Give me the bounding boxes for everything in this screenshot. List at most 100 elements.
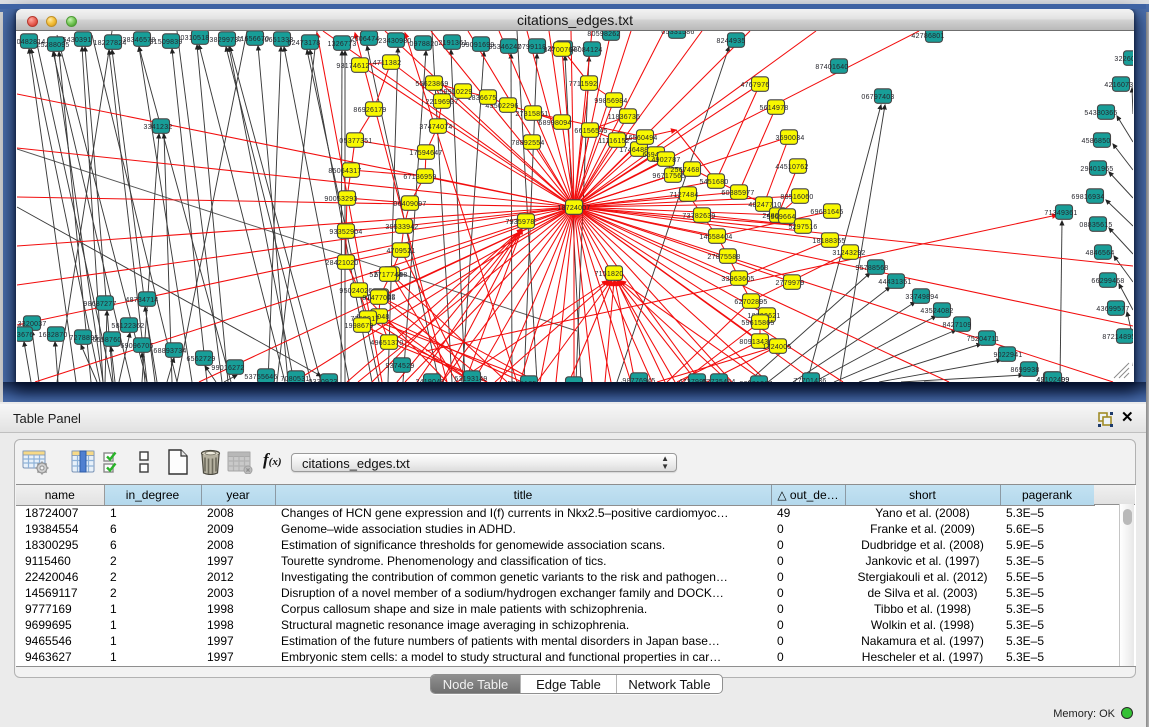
svg-text:49651370: 49651370 <box>370 340 403 347</box>
svg-text:18724007: 18724007 <box>557 205 590 212</box>
svg-text:0310518: 0310518 <box>180 35 209 42</box>
svg-text:4846564: 4846564 <box>1085 250 1114 257</box>
svg-text:52717744: 52717744 <box>369 272 402 279</box>
svg-text:59615865: 59615865 <box>741 320 774 327</box>
svg-text:5865185: 5865185 <box>507 381 536 382</box>
svg-text:99856984: 99856984 <box>594 98 627 105</box>
svg-text:5430391: 5430391 <box>62 37 91 44</box>
svg-text:71349361: 71349361 <box>1044 210 1077 217</box>
svg-text:44510762: 44510762 <box>775 164 808 171</box>
svg-text:87401640: 87401640 <box>815 64 848 71</box>
svg-text:5969664: 5969664 <box>766 214 795 221</box>
svg-text:60385977: 60385977 <box>721 190 754 197</box>
svg-text:8427109: 8427109 <box>942 322 971 329</box>
svg-text:98084124: 98084124 <box>569 47 602 54</box>
svg-text:6562729: 6562729 <box>186 356 215 363</box>
svg-text:33963605: 33963605 <box>721 276 754 283</box>
svg-text:69681645: 69681645 <box>810 209 843 216</box>
svg-text:59910229: 59910229 <box>439 89 472 96</box>
svg-text:66299468: 66299468 <box>1091 278 1124 285</box>
svg-text:2567468: 2567468 <box>670 167 699 174</box>
svg-text:96717565: 96717565 <box>652 173 685 180</box>
svg-text:54330365: 54330365 <box>1084 110 1117 117</box>
svg-text:62473178: 62473178 <box>287 40 320 47</box>
svg-text:69816934: 69816934 <box>1071 194 1104 201</box>
svg-text:62702895: 62702895 <box>734 299 767 306</box>
svg-text:66156545: 66156545 <box>574 128 607 135</box>
svg-text:95788568: 95788568 <box>855 265 888 272</box>
svg-text:4586850: 4586850 <box>1081 138 1110 145</box>
svg-text:4902787: 4902787 <box>651 157 680 164</box>
svg-text:99016272: 99016272 <box>211 365 244 372</box>
svg-text:08835615: 08835615 <box>1079 222 1112 229</box>
svg-text:3690034: 3690034 <box>775 135 804 142</box>
svg-text:7127484: 7127484 <box>669 192 698 199</box>
svg-text:32260256: 32260256 <box>1114 56 1133 63</box>
svg-text:42102499: 42102499 <box>1036 377 1069 382</box>
svg-text:0330923: 0330923 <box>308 379 337 382</box>
svg-text:7151820: 7151820 <box>594 271 623 278</box>
svg-text:28421020: 28421020 <box>325 260 358 267</box>
svg-text:77701436: 77701436 <box>793 378 826 382</box>
svg-text:29401965: 29401965 <box>1080 166 1113 173</box>
svg-text:22196937: 22196937 <box>425 99 458 106</box>
svg-text:31509839: 31509839 <box>149 39 182 46</box>
svg-text:33749894: 33749894 <box>905 294 938 301</box>
svg-text:2606474: 2606474 <box>350 36 379 43</box>
svg-text:0978820: 0978820 <box>409 41 438 48</box>
svg-text:7711592: 7711592 <box>569 81 597 88</box>
svg-text:1724005: 1724005 <box>762 344 791 351</box>
svg-text:05377351: 05377351 <box>339 138 372 145</box>
svg-text:86926179: 86926179 <box>353 107 386 114</box>
svg-text:11836736: 11836736 <box>608 114 641 121</box>
svg-text:53755646: 53755646 <box>244 374 277 381</box>
svg-text:5297516: 5297516 <box>788 224 817 231</box>
svg-text:9374529: 9374529 <box>385 363 414 370</box>
svg-text:9022941: 9022941 <box>993 352 1022 359</box>
svg-text:5451680: 5451680 <box>699 179 728 186</box>
svg-text:90053293: 90053293 <box>324 196 357 203</box>
svg-text:52735454: 52735454 <box>702 379 735 382</box>
svg-text:58122362: 58122362 <box>111 323 144 330</box>
svg-text:98776945: 98776945 <box>622 378 655 382</box>
svg-text:37474074: 37474074 <box>419 124 452 131</box>
svg-text:4709521: 4709521 <box>386 248 415 255</box>
svg-text:16560494: 16560494 <box>624 135 657 142</box>
svg-text:85064317: 85064317 <box>328 168 361 175</box>
svg-text:06797403: 06797403 <box>861 94 894 101</box>
svg-text:31243292: 31243292 <box>832 250 865 257</box>
svg-text:48734714: 48734714 <box>125 297 158 304</box>
svg-text:78892554: 78892554 <box>511 140 544 147</box>
svg-text:05331586: 05331586 <box>661 31 694 36</box>
svg-text:4711382: 4711382 <box>373 60 401 67</box>
svg-text:2419049: 2419049 <box>415 379 444 382</box>
svg-text:1998679: 1998679 <box>344 323 373 330</box>
svg-text:68893734: 68893734 <box>153 348 186 355</box>
svg-text:93174612: 93174612 <box>336 63 369 70</box>
svg-text:87214895: 87214895 <box>1102 334 1133 341</box>
svg-text:06409097: 06409097 <box>393 201 426 208</box>
svg-text:98687277: 98687277 <box>83 301 116 308</box>
svg-text:2779979: 2779979 <box>775 280 804 287</box>
svg-text:8244935: 8244935 <box>716 38 745 45</box>
svg-text:4767976: 4767976 <box>740 82 769 89</box>
svg-text:8699938: 8699938 <box>1010 367 1039 374</box>
svg-text:81477005: 81477005 <box>362 295 395 302</box>
svg-text:0799118: 0799118 <box>518 44 546 51</box>
svg-text:67136959: 67136959 <box>403 174 436 181</box>
svg-text:42160733: 42160733 <box>1104 82 1133 89</box>
svg-text:73782639: 73782639 <box>682 213 715 220</box>
svg-text:42786801: 42786801 <box>911 33 944 40</box>
svg-text:7693676: 7693676 <box>17 332 34 339</box>
svg-text:63193149: 63193149 <box>454 376 487 382</box>
svg-text:39533942: 39533942 <box>385 224 418 231</box>
svg-text:17594647: 17594647 <box>409 150 442 157</box>
svg-text:44431351: 44431351 <box>878 279 911 286</box>
svg-text:43524082: 43524082 <box>920 308 953 315</box>
svg-text:14658404: 14658404 <box>699 234 732 241</box>
svg-text:23430980: 23430980 <box>378 38 411 45</box>
svg-text:93352904: 93352904 <box>329 229 362 236</box>
svg-text:95024026: 95024026 <box>339 288 372 295</box>
svg-text:55623869: 55623869 <box>415 81 448 88</box>
svg-text:8470076: 8470076 <box>543 47 572 54</box>
